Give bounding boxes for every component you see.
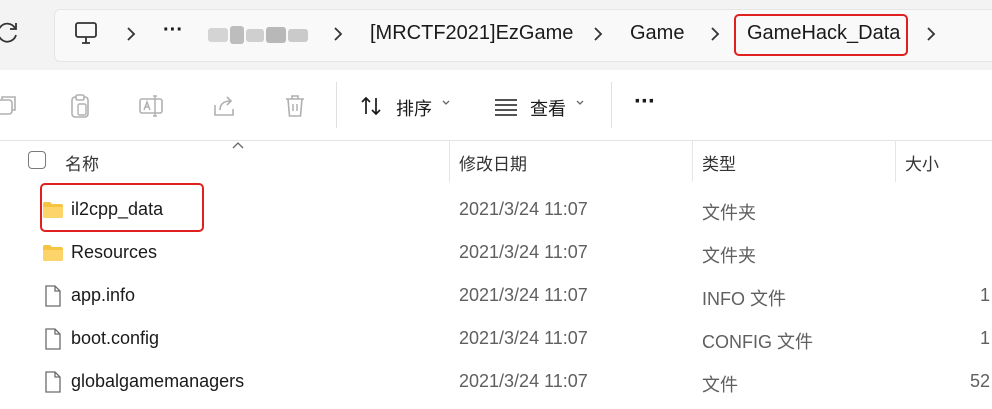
file-icon [45,285,61,307]
column-divider[interactable] [895,140,896,182]
more-options-button[interactable]: ··· [634,88,656,116]
chevron-right-icon[interactable] [924,23,938,45]
chevron-down-icon[interactable] [441,98,451,108]
breadcrumb-overflow[interactable]: ··· [163,19,183,42]
column-header: 名称 修改日期 类型 大小 [0,140,992,182]
paste-icon[interactable] [66,92,94,120]
file-name: app.info [71,285,136,305]
file-date: 2021/3/24 11:07 [459,285,588,305]
file-row[interactable]: boot.config 2021/3/24 11:07 CONFIG 文件 1 [0,318,992,361]
file-name: Resources [71,242,158,262]
file-type: 文件夹 [702,246,756,266]
file-row[interactable]: app.info 2021/3/24 11:07 INFO 文件 1 [0,275,992,318]
file-row[interactable]: Resources 2021/3/24 11:07 文件夹 [0,232,992,275]
file-date: 2021/3/24 11:07 [459,199,588,219]
column-date[interactable]: 修改日期 [459,150,527,175]
delete-icon[interactable] [281,92,309,120]
file-name: boot.config [71,328,160,348]
column-name[interactable]: 名称 [65,150,99,175]
column-size[interactable]: 大小 [905,150,939,175]
toolbar-divider [611,82,612,128]
file-type: 文件夹 [702,203,756,223]
file-row[interactable]: globalgamemanagers 2021/3/24 11:07 文件 52 [0,361,992,404]
file-size: 1 [980,285,991,305]
chevron-right-icon[interactable] [591,23,605,45]
folder-icon [43,245,63,261]
file-size: 1 [980,328,991,348]
chevron-right-icon[interactable] [708,23,722,45]
refresh-icon[interactable] [0,20,20,46]
file-type: INFO 文件 [702,289,786,309]
highlight-box-row [40,183,204,232]
column-divider[interactable] [449,140,450,182]
file-size: 52 [970,371,991,391]
breadcrumb-mrctf[interactable]: [MRCTF2021]EzGame [370,22,573,45]
highlight-box-crumb [734,14,908,56]
toolbar-divider [336,82,337,128]
rename-icon[interactable] [137,92,165,120]
file-type: 文件 [702,375,738,395]
copy-icon[interactable] [0,92,20,120]
view-button[interactable]: 查看 [530,95,566,121]
file-name: globalgamemanagers [71,371,245,391]
chevron-right-icon[interactable] [124,23,138,45]
file-date: 2021/3/24 11:07 [459,328,588,348]
file-date: 2021/3/24 11:07 [459,242,588,262]
chevron-right-icon[interactable] [331,23,345,45]
file-type: CONFIG 文件 [702,332,813,352]
column-type[interactable]: 类型 [702,150,736,175]
blurred-crumb [208,26,308,44]
share-icon[interactable] [210,92,238,120]
view-icon[interactable] [492,92,520,120]
file-date: 2021/3/24 11:07 [459,371,588,391]
sort-icon[interactable] [358,92,386,120]
file-icon [45,371,61,393]
column-divider[interactable] [692,140,693,182]
chevron-down-icon[interactable] [575,98,585,108]
select-all-checkbox[interactable] [28,151,46,169]
file-icon [45,328,61,350]
breadcrumb-game[interactable]: Game [630,22,684,45]
sort-button[interactable]: 排序 [396,95,432,121]
computer-icon[interactable] [73,20,99,46]
command-bar: 排序 查看 ··· [0,70,992,141]
